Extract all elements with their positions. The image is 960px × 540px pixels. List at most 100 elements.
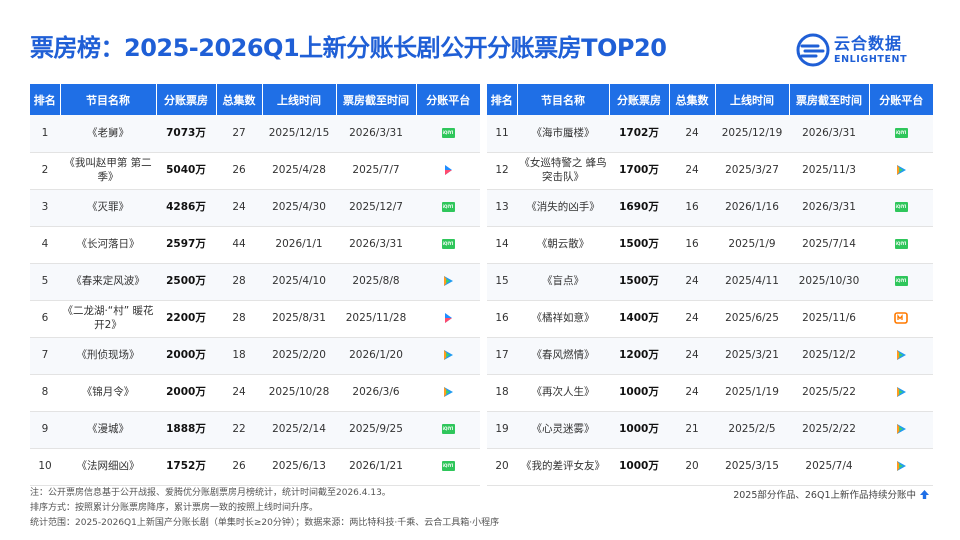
episodes-cell: 21 bbox=[669, 411, 715, 449]
footnotes: 注：公开票房信息基于公开战报、爱腾优分账剧票房月榜统计，统计时间截至2026.4… bbox=[30, 486, 499, 531]
column-header: 票房截至时间 bbox=[336, 84, 417, 115]
platform-cell: iQIYI bbox=[416, 189, 480, 227]
footnote-line: 排序方式：按照累计分账票房降序，累计票房一致的按照上线时间升序。 bbox=[30, 503, 319, 513]
rank-cell: 19 bbox=[487, 411, 517, 449]
rank-cell: 4 bbox=[30, 226, 60, 264]
table-row: 12 《女巡特警之 蜂鸟突击队》 1700万 24 2025/3/27 2025/11/3 bbox=[487, 152, 933, 190]
box-until-cell: 2026/3/31 bbox=[789, 115, 869, 153]
box-office-cell: 2000万 bbox=[156, 337, 216, 375]
platform-cell: iQIYI bbox=[416, 448, 480, 486]
title-cell: 《法网细凶》 bbox=[60, 448, 156, 486]
table-row: 1 《老舅》 7073万 27 2025/12/15 2026/3/31 iQIYI bbox=[30, 115, 480, 153]
box-office-cell: 1500万 bbox=[609, 263, 669, 301]
iqiyi-icon: iQIYI bbox=[441, 201, 455, 212]
platform-cell: iQIYI bbox=[869, 226, 933, 264]
platform-cell bbox=[416, 300, 480, 338]
box-office-cell: 2200万 bbox=[156, 300, 216, 338]
column-header: 分账票房 bbox=[609, 84, 670, 115]
youku-icon bbox=[445, 313, 452, 324]
rank-cell: 5 bbox=[30, 263, 60, 301]
box-until-cell: 2026/3/6 bbox=[336, 374, 416, 412]
box-until-cell: 2025/11/6 bbox=[789, 300, 869, 338]
column-header: 上线时间 bbox=[262, 84, 337, 115]
iqiyi-icon: iQIYI bbox=[441, 460, 455, 471]
table-body-left: 1 《老舅》 7073万 27 2025/12/15 2026/3/31 iQIYI 2 《我叫… bbox=[30, 115, 480, 486]
platform-cell: iQIYI bbox=[416, 411, 480, 449]
platform-cell: iQIYI bbox=[869, 189, 933, 227]
episodes-cell: 26 bbox=[216, 448, 262, 486]
ranking-table-left: 排名 节目名称 分账票房 总集数 上线时间 票房截至时间 分账平台 1 《老舅》 7073万 27… bbox=[30, 84, 480, 486]
column-header: 分账平台 bbox=[416, 84, 480, 115]
column-header: 排名 bbox=[30, 84, 61, 115]
tencent-video-icon bbox=[897, 350, 906, 361]
title-cell: 《老舅》 bbox=[60, 115, 156, 153]
box-until-cell: 2025/11/3 bbox=[789, 152, 869, 190]
box-until-cell: 2025/5/22 bbox=[789, 374, 869, 412]
launch-date-cell: 2025/10/28 bbox=[262, 374, 336, 412]
episodes-cell: 24 bbox=[669, 115, 715, 153]
box-office-cell: 4286万 bbox=[156, 189, 216, 227]
box-office-cell: 1702万 bbox=[609, 115, 669, 153]
rank-cell: 15 bbox=[487, 263, 517, 301]
title-cell: 《春风燃情》 bbox=[517, 337, 609, 375]
launch-date-cell: 2025/4/28 bbox=[262, 152, 336, 190]
title-cell: 《朝云散》 bbox=[517, 226, 609, 264]
table-row: 18 《再次人生》 1000万 24 2025/1/19 2025/5/22 bbox=[487, 374, 933, 412]
column-header: 节目名称 bbox=[517, 84, 610, 115]
table-row: 6 《二龙湖·“村” 暖花开2》 2200万 28 2025/8/31 2025/11/2… bbox=[30, 300, 480, 338]
tencent-video-icon bbox=[897, 165, 906, 176]
mgtv-icon bbox=[894, 312, 908, 325]
table-header-row: 排名 节目名称 分账票房 总集数 上线时间 票房截至时间 分账平台 bbox=[30, 84, 480, 115]
box-office-cell: 1200万 bbox=[609, 337, 669, 375]
table-row: 10 《法网细凶》 1752万 26 2025/6/13 2026/1/21 iQIYI bbox=[30, 448, 480, 486]
rank-cell: 3 bbox=[30, 189, 60, 227]
rank-cell: 20 bbox=[487, 448, 517, 486]
column-header: 节目名称 bbox=[60, 84, 157, 115]
ranking-table-right: 排名 节目名称 分账票房 总集数 上线时间 票房截至时间 分账平台 11 《海市蜃楼》 1702… bbox=[487, 84, 933, 486]
table-row: 9 《漫城》 1888万 22 2025/2/14 2025/9/25 iQIYI bbox=[30, 411, 480, 449]
box-until-cell: 2025/7/14 bbox=[789, 226, 869, 264]
box-until-cell: 2025/10/30 bbox=[789, 263, 869, 301]
box-office-cell: 2597万 bbox=[156, 226, 216, 264]
launch-date-cell: 2026/1/1 bbox=[262, 226, 336, 264]
title-cell: 《橘祥如意》 bbox=[517, 300, 609, 338]
table-body-right: 11 《海市蜃楼》 1702万 24 2025/12/19 2026/3/31 iQIYI 1… bbox=[487, 115, 933, 486]
rank-cell: 14 bbox=[487, 226, 517, 264]
platform-cell bbox=[869, 411, 933, 449]
table-row: 4 《长河落日》 2597万 44 2026/1/1 2026/3/31 iQIYI bbox=[30, 226, 480, 264]
launch-date-cell: 2025/3/21 bbox=[715, 337, 789, 375]
rank-cell: 2 bbox=[30, 152, 60, 190]
launch-date-cell: 2025/2/20 bbox=[262, 337, 336, 375]
iqiyi-icon: iQIYI bbox=[894, 127, 908, 138]
rank-cell: 9 bbox=[30, 411, 60, 449]
table-row: 11 《海市蜃楼》 1702万 24 2025/12/19 2026/3/31 iQIYI bbox=[487, 115, 933, 153]
table-row: 20 《我的差评女友》 1000万 20 2025/3/15 2025/7/4 bbox=[487, 448, 933, 486]
box-until-cell: 2026/3/31 bbox=[336, 115, 416, 153]
box-office-cell: 1000万 bbox=[609, 411, 669, 449]
episodes-cell: 24 bbox=[669, 263, 715, 301]
box-office-cell: 7073万 bbox=[156, 115, 216, 153]
title-cell: 《心灵迷雾》 bbox=[517, 411, 609, 449]
launch-date-cell: 2025/12/15 bbox=[262, 115, 336, 153]
episodes-cell: 24 bbox=[669, 337, 715, 375]
rank-cell: 12 bbox=[487, 152, 517, 190]
platform-cell bbox=[416, 337, 480, 375]
youku-icon bbox=[445, 165, 452, 176]
platform-cell: iQIYI bbox=[869, 263, 933, 301]
iqiyi-icon: iQIYI bbox=[894, 238, 908, 249]
box-until-cell: 2026/1/20 bbox=[336, 337, 416, 375]
title-cell: 《我叫赵甲第 第二季》 bbox=[60, 152, 156, 190]
ongoing-note-text: 2025部分作品、26Q1上新作品持续分账中 bbox=[733, 490, 916, 501]
ongoing-note: 2025部分作品、26Q1上新作品持续分账中 bbox=[733, 487, 930, 501]
table-row: 7 《刑侦现场》 2000万 18 2025/2/20 2026/1/20 bbox=[30, 337, 480, 375]
title-cell: 《盲点》 bbox=[517, 263, 609, 301]
column-header: 分账票房 bbox=[156, 84, 217, 115]
tencent-video-icon bbox=[897, 387, 906, 398]
title-cell: 《漫城》 bbox=[60, 411, 156, 449]
rank-cell: 8 bbox=[30, 374, 60, 412]
title-cell: 《二龙湖·“村” 暖花开2》 bbox=[60, 300, 156, 338]
tencent-video-icon bbox=[897, 461, 906, 472]
platform-cell: iQIYI bbox=[416, 226, 480, 264]
episodes-cell: 16 bbox=[669, 189, 715, 227]
episodes-cell: 28 bbox=[216, 300, 262, 338]
